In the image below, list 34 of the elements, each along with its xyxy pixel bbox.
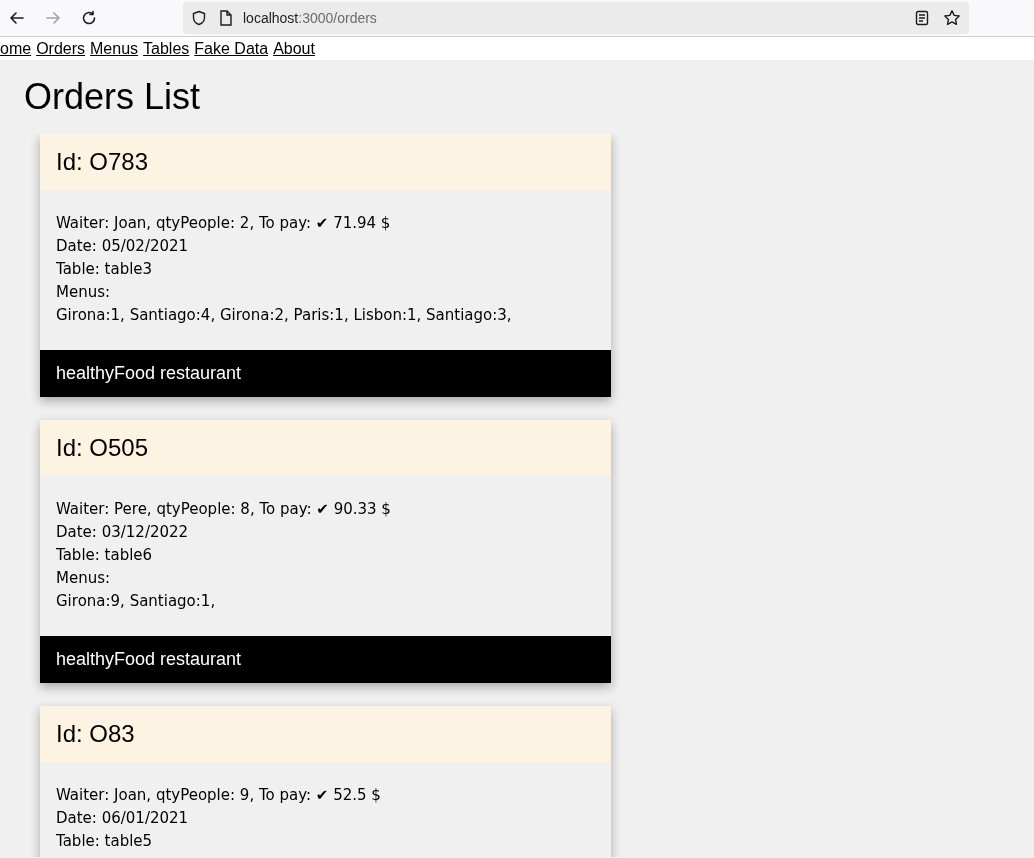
order-detail-line: Table: table3 xyxy=(56,259,153,280)
order-detail-line: Menus: xyxy=(56,568,111,589)
star-icon[interactable] xyxy=(943,9,961,27)
order-detail-line: Menus: xyxy=(56,282,111,303)
forward-arrow-icon xyxy=(46,12,60,24)
order-detail-line: Waiter: Joan, qtyPeople: 2, To pay: ✔ 71.94 $ xyxy=(56,213,391,234)
page-title: Orders List xyxy=(24,77,202,117)
address-bar[interactable]: localhost:3000/orders xyxy=(183,2,969,34)
order-detail-line: Girona:1, Santiago:4, Girona:2, Paris:1, Lisbon:1, Santiago:3, xyxy=(56,305,512,326)
card-footer: healthyFood restaurant xyxy=(40,636,611,683)
order-id-header: Id: O505 xyxy=(40,420,611,476)
nav-link[interactable]: Fake Data xyxy=(194,37,269,60)
url-text: localhost:3000/orders xyxy=(243,8,377,28)
reload-icon xyxy=(81,10,97,26)
back-arrow-icon xyxy=(10,12,24,24)
shield-icon xyxy=(191,10,207,26)
nav-link[interactable]: About xyxy=(273,37,315,60)
nav-link[interactable]: Orders xyxy=(36,37,86,60)
order-detail-line: Table: table5 xyxy=(56,831,153,852)
order-id-header: Id: O83 xyxy=(40,706,611,762)
order-detail-line: Date: 03/12/2022 xyxy=(56,522,189,543)
reader-view-icon[interactable] xyxy=(915,10,929,26)
nav-link[interactable]: Menus xyxy=(90,37,139,60)
card-footer: healthyFood restaurant xyxy=(40,350,611,397)
order-detail-line: Girona:9, Santiago:1, xyxy=(56,591,216,612)
nav-link[interactable]: ome xyxy=(0,37,32,60)
order-id-header: Id: O783 xyxy=(40,134,611,190)
order-detail-line: Table: table6 xyxy=(56,545,153,566)
order-detail-line: Waiter: Joan, qtyPeople: 9, To pay: ✔ 52.5 $ xyxy=(56,785,381,806)
order-detail-line: Date: 06/01/2021 xyxy=(56,808,189,829)
order-detail-line: Date: 05/02/2021 xyxy=(56,236,189,257)
order-detail-line: Waiter: Pere, qtyPeople: 8, To pay: ✔ 90.33 $ xyxy=(56,499,391,520)
page-icon xyxy=(219,10,233,26)
nav-link[interactable]: Tables xyxy=(143,37,190,60)
